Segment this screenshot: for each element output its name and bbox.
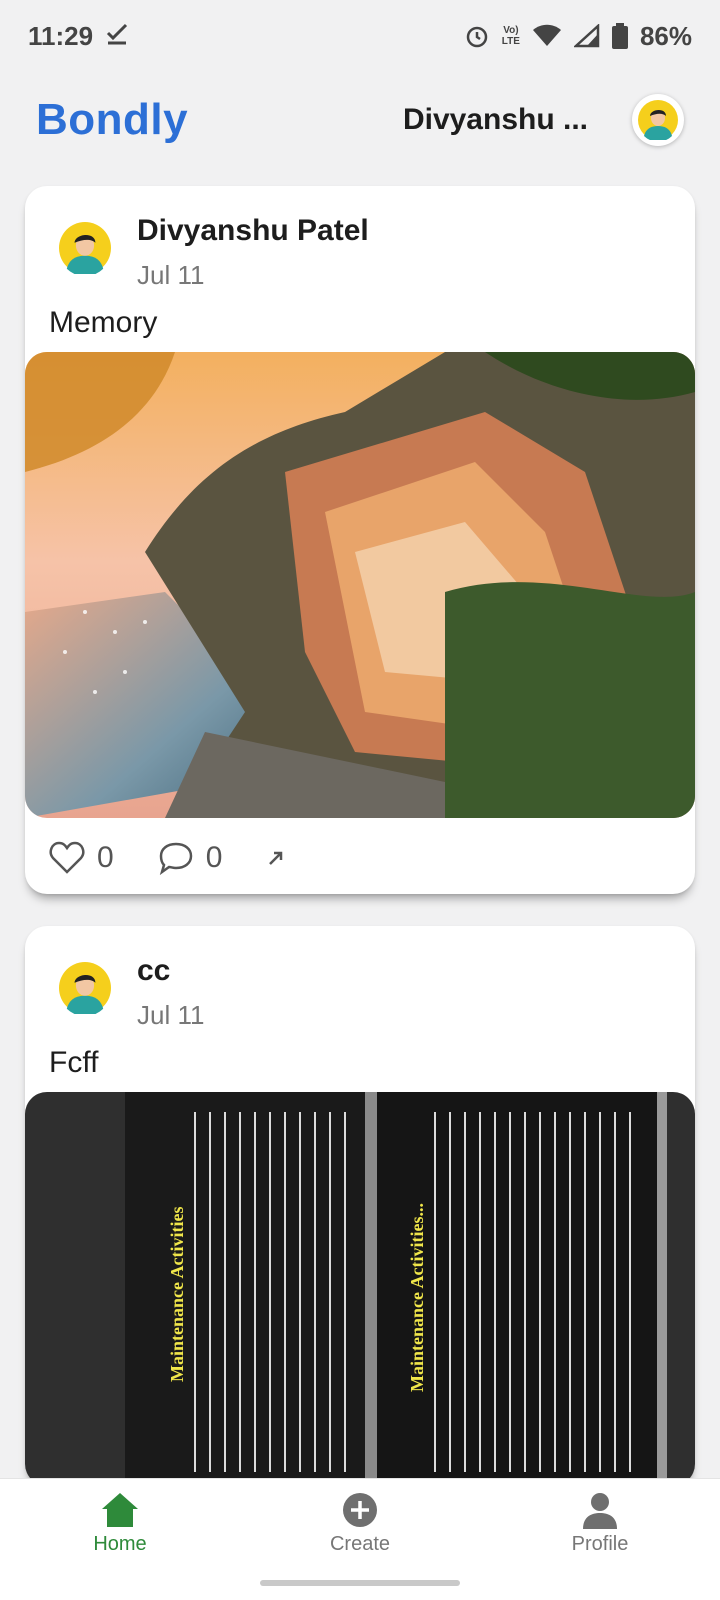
add-circle-icon [343,1493,377,1527]
app-header: Bondly Divyanshu ... [0,80,720,160]
post-image[interactable] [25,352,695,818]
cell-signal-icon [573,24,600,48]
post-actions: 0 0 [49,836,316,880]
post-header: Divyanshu Patel Jul 11 [25,186,695,296]
user-avatar-icon [59,222,111,277]
person-icon [583,1493,617,1529]
volte-label: Vo) [503,25,519,36]
user-avatar-icon [59,962,111,1017]
header-avatar[interactable] [632,94,684,146]
nav-profile[interactable]: Profile [510,1491,690,1556]
status-bar: 11:29 Vo) LTE 86% [0,0,720,72]
heart-icon [49,841,85,874]
post-author-name[interactable]: Divyanshu Patel [137,214,369,248]
nav-create[interactable]: Create [270,1491,450,1556]
post-author-avatar[interactable] [59,962,111,1017]
check-icon [105,21,129,52]
home-icon [102,1493,138,1527]
post-author-name[interactable]: cc [137,954,170,988]
home-indicator[interactable] [260,1580,460,1586]
nav-home-label: Home [93,1533,147,1555]
like-button[interactable]: 0 [49,841,114,875]
post-header: cc Jul 11 [25,926,695,1036]
share-arrow-icon [269,851,283,865]
wifi-icon [532,24,562,48]
status-left: 11:29 [28,21,129,52]
post-author-avatar[interactable] [59,222,111,277]
alarm-icon [464,23,490,49]
post-date: Jul 11 [137,260,205,290]
nav-profile-label: Profile [571,1533,629,1555]
doc-heading-left: Maintenance Activities [167,1207,187,1382]
coastal-village-photo [25,352,695,818]
post-card[interactable]: Divyanshu Patel Jul 11 Memory 0 0 [25,186,695,894]
comment-count: 0 [205,841,223,874]
lte-label: LTE [501,36,520,47]
battery-icon [611,23,628,49]
post-card[interactable]: cc Jul 11 Fcff Maintenance Activities Ma… [25,926,695,1486]
nav-create-label: Create [329,1533,391,1555]
comment-button[interactable]: 0 [158,841,223,875]
user-avatar-icon [638,100,678,140]
post-text: Fcff [49,1046,99,1079]
header-user-name[interactable]: Divyanshu ... [403,103,588,137]
textbook-page-photo: Maintenance Activities Maintenance Activ… [25,1092,695,1486]
comment-icon [159,842,192,875]
doc-heading-right: Maintenance Activities... [407,1203,427,1392]
like-count: 0 [97,841,114,874]
battery-percent: 86% [639,20,692,51]
status-time: 11:29 [28,20,94,51]
post-date: Jul 11 [137,1000,205,1030]
volte-icon: Vo) LTE [502,25,520,47]
status-right: Vo) LTE 86% [464,21,692,52]
post-text: Memory [49,306,158,339]
post-image[interactable]: Maintenance Activities Maintenance Activ… [25,1092,695,1486]
app-logo[interactable]: Bondly [36,95,188,145]
nav-home[interactable]: Home [30,1491,210,1556]
share-button[interactable] [266,848,286,868]
